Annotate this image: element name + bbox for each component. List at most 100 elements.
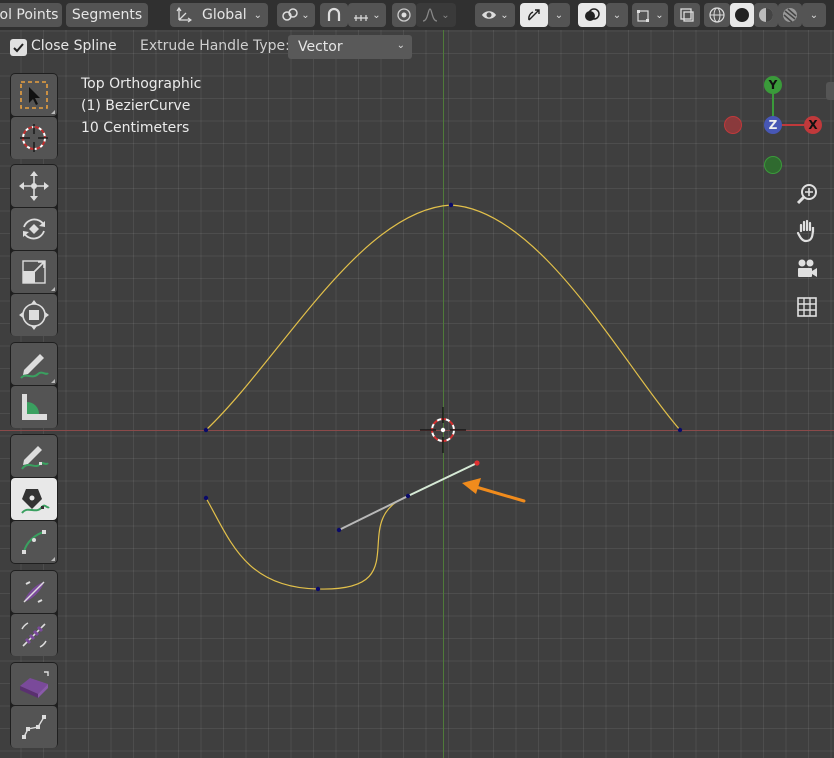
tool-curve-draw[interactable] (11, 521, 57, 563)
tool-move[interactable] (11, 165, 57, 207)
tool-transform[interactable] (11, 294, 57, 336)
close-spline-checkbox[interactable] (10, 39, 27, 56)
gizmo-axis-x[interactable]: X (804, 116, 822, 134)
control-point[interactable] (315, 586, 321, 592)
tool-select-box[interactable] (11, 74, 57, 116)
handle-line-left (338, 495, 409, 531)
toolbar-group-curve (10, 434, 58, 564)
gizmo-toggle[interactable] (520, 3, 548, 27)
annotation-arrow-icon (462, 478, 526, 503)
edit-overlay-icon (637, 10, 650, 22)
shading-rendered[interactable] (778, 3, 802, 27)
shading-wireframe[interactable] (704, 3, 730, 27)
rendered-sphere-icon (783, 8, 797, 23)
rotate-icon (23, 218, 45, 240)
tool-annotate[interactable] (11, 343, 57, 385)
move-icon (19, 171, 49, 201)
transform-orientation-icon (176, 7, 192, 23)
view-name: Top Orthographic (81, 76, 202, 92)
xray-toggle[interactable] (674, 3, 700, 27)
xray-icon (680, 8, 694, 22)
camera-icon[interactable] (795, 257, 819, 281)
zoom-icon[interactable] (795, 182, 819, 206)
viewport-header: ol Points Segments Global ⌄ ⌄ ⌄ ⌄ ⌄ ⌄ ⌄ … (0, 0, 834, 30)
sidebar-collapse-tab[interactable] (826, 82, 834, 100)
annotate-pencil-icon (20, 354, 49, 379)
tab-control-points-label: ol Points (0, 7, 59, 23)
active-object-name: (1) BezierCurve (81, 98, 191, 114)
tool-measure[interactable] (11, 386, 57, 428)
select-box-icon (20, 81, 48, 109)
tab-control-points[interactable]: ol Points (0, 3, 62, 27)
gizmo-axis-z[interactable]: Z (764, 116, 782, 134)
tool-extrude[interactable] (11, 663, 57, 705)
toolbar-group-transform (10, 164, 58, 336)
tool-radius[interactable] (11, 571, 57, 613)
pan-hand-icon[interactable] (795, 219, 819, 243)
3d-cursor-icon[interactable] (420, 407, 466, 453)
wireframe-sphere-icon (709, 7, 725, 23)
tool-cursor[interactable] (11, 117, 57, 159)
orientation-dropdown[interactable]: Global ⌄ (170, 3, 268, 27)
shading-dropdown[interactable]: ⌄ (802, 3, 826, 27)
control-point[interactable] (448, 202, 454, 208)
cursor-icon (20, 124, 48, 152)
bezier-spline-upper[interactable] (205, 204, 681, 431)
radius-icon (23, 581, 45, 603)
snap-target-dropdown[interactable]: ⌄ (348, 3, 386, 27)
gizmo-dropdown[interactable]: ⌄ (548, 3, 570, 27)
tool-draw[interactable] (11, 435, 57, 477)
gizmo-icon (528, 9, 540, 21)
gizmo-z-label: Z (768, 118, 778, 132)
tab-segments[interactable]: Segments (66, 3, 148, 27)
close-spline-label[interactable]: Close Spline (31, 38, 117, 54)
handle-point-active[interactable] (474, 460, 480, 466)
control-point[interactable] (203, 495, 209, 501)
scale-icon (22, 260, 46, 284)
tool-scale[interactable] (11, 251, 57, 293)
mesh-edit-overlay-dropdown[interactable]: ⌄ (632, 3, 668, 27)
overlays-icon (585, 8, 600, 21)
proportional-falloff-dropdown[interactable]: ⌄ (416, 3, 456, 27)
tool-rotate[interactable] (11, 208, 57, 250)
orientation-label: Global (202, 7, 247, 23)
tool-vertex-randomize[interactable] (11, 706, 57, 748)
gizmo-axis-neg-y[interactable] (764, 156, 782, 174)
grid-view-icon[interactable] (795, 295, 819, 319)
eye-icon (482, 11, 497, 19)
tool-options-bar (0, 32, 834, 62)
gizmo-y-label: Y (768, 78, 778, 92)
handle-point[interactable] (336, 527, 342, 533)
snap-toggle[interactable] (320, 3, 348, 27)
measure-ruler-icon (22, 394, 47, 420)
handle-line-right (407, 462, 478, 497)
pivot-dropdown[interactable]: ⌄ (277, 3, 315, 27)
chevron-down-icon: ⌄ (396, 40, 405, 51)
shading-material[interactable] (754, 3, 778, 27)
control-point[interactable] (405, 493, 411, 499)
tool-tilt[interactable] (11, 614, 57, 656)
control-point[interactable] (677, 427, 683, 433)
falloff-curve-icon (423, 8, 438, 22)
checkmark-icon (13, 43, 24, 53)
viewport-info: Top Orthographic (1) BezierCurve 10 Cent… (81, 73, 201, 139)
magnet-icon (327, 7, 341, 21)
curve-pen-icon (21, 489, 50, 514)
gizmo-axis-y[interactable]: Y (764, 76, 782, 94)
shading-solid[interactable] (730, 3, 754, 27)
toolbar-group-select (10, 73, 58, 159)
overlays-dropdown[interactable]: ⌄ (606, 3, 628, 27)
overlays-toggle[interactable] (578, 3, 606, 27)
extrude-handle-type-label: Extrude Handle Type: (140, 38, 290, 54)
tool-curve-pen[interactable] (11, 478, 57, 520)
toolbar-group-extrude (10, 662, 58, 748)
grid-scale: 10 Centimeters (81, 120, 190, 136)
extrude-handle-type-select[interactable]: Vector ⌄ (288, 35, 412, 59)
control-point[interactable] (203, 427, 209, 433)
tilt-icon (21, 622, 47, 648)
gizmo-axis-neg-x[interactable] (724, 116, 742, 134)
visibility-dropdown[interactable]: ⌄ (475, 3, 515, 27)
proportional-edit-icon (397, 8, 411, 22)
proportional-edit-toggle[interactable] (392, 3, 416, 27)
bezier-icon (22, 530, 46, 554)
